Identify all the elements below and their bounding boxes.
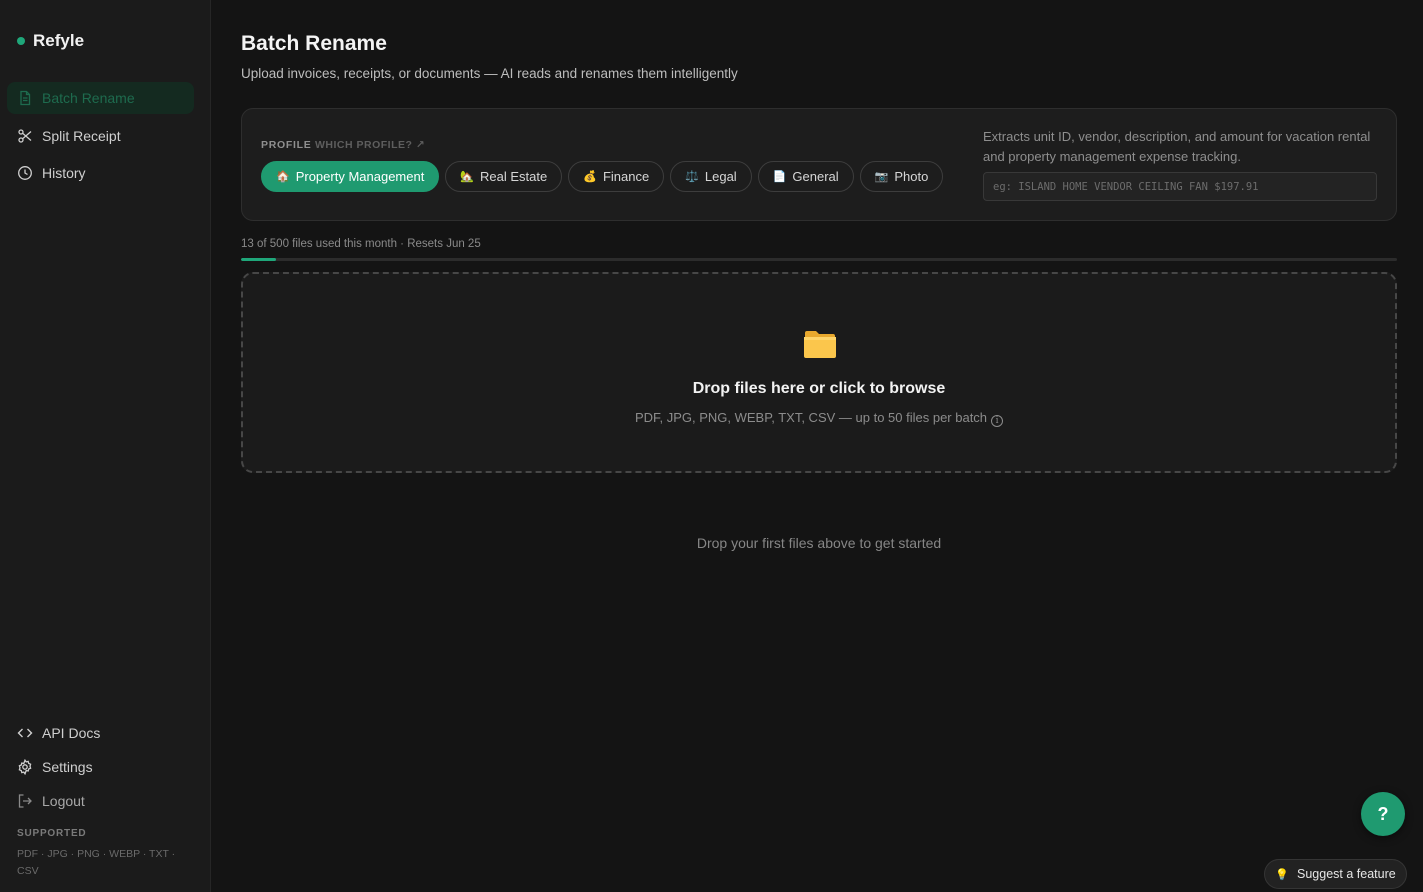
lightbulb-icon: 💡 <box>1275 868 1289 881</box>
document-icon <box>20 90 31 106</box>
clock-icon <box>18 166 32 180</box>
sidebar-item-label: API Docs <box>42 725 101 741</box>
dropzone-formats: PDF, JPG, PNG, WEBP, TXT, CSV — up to 50… <box>634 410 988 425</box>
info-icon[interactable]: i <box>991 415 1004 427</box>
profile-chip-finance[interactable]: 💰 Finance <box>568 161 665 192</box>
sidebar-item-history[interactable]: History <box>7 157 194 189</box>
house-garden-icon: 🏡 <box>460 171 475 183</box>
scissors-icon <box>18 129 32 143</box>
profile-chip-general[interactable]: 📄 General <box>757 161 854 192</box>
profile-chip-photo[interactable]: 📷 Photo <box>859 161 944 192</box>
suggest-feature-label: Suggest a feature <box>1297 867 1396 881</box>
profile-chips: 🏠 Property Management 🏡 Real Estate 💰 Fi… <box>261 161 944 192</box>
chip-label: General <box>792 169 839 184</box>
brand-dot-icon <box>17 37 25 45</box>
profile-chip-real-estate[interactable]: 🏡 Real Estate <box>445 161 563 192</box>
sidebar-item-label: Settings <box>42 759 93 775</box>
chip-label: Real Estate <box>480 169 548 184</box>
profile-description: Extracts unit ID, vendor, description, a… <box>983 129 1371 164</box>
dropzone-subtitle: PDF, JPG, PNG, WEBP, TXT, CSV — up to 50… <box>243 410 1395 427</box>
page-title: Batch Rename <box>241 32 387 55</box>
suggest-feature-button[interactable]: 💡 Suggest a feature <box>1264 859 1407 889</box>
empty-state-message: Drop your first files above to get start… <box>696 535 942 551</box>
sidebar-item-logout[interactable]: Logout <box>7 785 194 817</box>
gear-icon <box>18 759 32 775</box>
page-icon: 📄 <box>772 171 787 183</box>
chip-label: Property Management <box>295 169 425 184</box>
profile-chip-property-management[interactable]: 🏠 Property Management <box>261 161 440 192</box>
profile-label: PROFILE <box>261 139 312 151</box>
usage-progress-bar <box>241 258 1397 261</box>
sidebar-item-settings[interactable]: Settings <box>7 751 194 783</box>
house-icon: 🏠 <box>276 171 290 183</box>
profile-card: PROFILE WHICH PROFILE? ↗ 🏠 Property Mana… <box>241 108 1397 221</box>
sidebar-item-label: Split Receipt <box>42 128 121 144</box>
logout-icon <box>18 794 32 808</box>
which-profile-link[interactable]: WHICH PROFILE? ↗ <box>315 139 425 151</box>
chip-label: Legal <box>704 169 737 184</box>
dropzone-title: Drop files here or click to browse <box>692 380 946 397</box>
folder-icon <box>804 331 836 358</box>
sidebar-item-split-receipt[interactable]: Split Receipt <box>7 120 194 152</box>
sidebar-item-label: Batch Rename <box>42 90 135 106</box>
sidebar-item-label: History <box>42 165 86 181</box>
supported-title: SUPPORTED <box>17 828 87 839</box>
brand[interactable]: Refyle <box>17 31 84 51</box>
usage-text: 13 of 500 files used this month · Resets… <box>241 238 481 250</box>
usage-progress-fill <box>241 258 276 261</box>
file-dropzone[interactable]: Drop files here or click to browse PDF, … <box>241 272 1397 473</box>
brand-name: Refyle <box>33 31 85 50</box>
chip-label: Finance <box>602 169 650 184</box>
sidebar-item-batch-rename[interactable]: Batch Rename <box>7 82 194 114</box>
page-subtitle: Upload invoices, receipts, or documents … <box>241 66 738 81</box>
code-icon <box>17 728 33 738</box>
supported-formats: PDF · JPG · PNG · WEBP · TXT · CSV <box>17 848 176 877</box>
sidebar-item-api-docs[interactable]: API Docs <box>7 717 194 749</box>
money-bag-icon: 💰 <box>583 171 597 183</box>
scales-icon: ⚖️ <box>685 171 699 183</box>
sidebar-item-label: Logout <box>42 793 85 809</box>
help-button[interactable]: ? <box>1361 792 1405 836</box>
example-filename-field[interactable] <box>983 172 1377 201</box>
profile-chip-legal[interactable]: ⚖️ Legal <box>670 161 752 192</box>
chip-label: Photo <box>894 169 929 184</box>
camera-icon: 📷 <box>874 171 889 183</box>
sidebar: Refyle Batch Rename Split Receipt Histor… <box>0 0 211 892</box>
